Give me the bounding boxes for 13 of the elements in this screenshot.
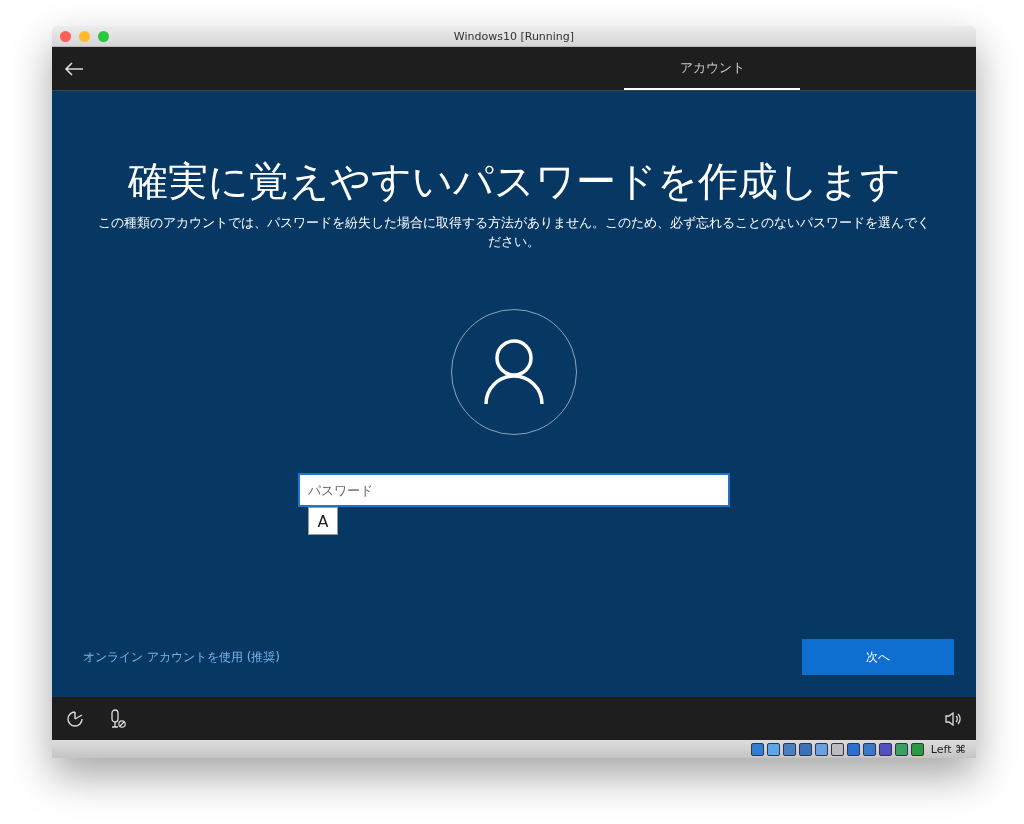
description-text: この種類のアカウントでは、パスワードを紛失した場合に取得する方法がありません。このため、必ず忘れることのないパスワードを選んでください。 bbox=[97, 214, 931, 251]
window-title: Windows10 [Running] bbox=[453, 29, 575, 43]
volume-icon[interactable] bbox=[944, 710, 962, 727]
microphone-icon[interactable] bbox=[110, 708, 126, 729]
online-account-link[interactable]: オンライン アカウントを使用 (推奨) bbox=[83, 648, 280, 666]
ease-of-access-icon[interactable] bbox=[66, 709, 84, 728]
ime-mode-indicator: A bbox=[308, 507, 338, 535]
password-field[interactable]: パスワード bbox=[298, 473, 730, 507]
page-heading: 確実に覚えやすいパスワードを作成します bbox=[127, 157, 901, 205]
back-arrow-icon[interactable] bbox=[64, 61, 84, 77]
host-key-label: Left ⌘ bbox=[930, 742, 966, 756]
person-icon bbox=[483, 338, 545, 406]
next-button[interactable]: 次へ bbox=[802, 639, 954, 675]
